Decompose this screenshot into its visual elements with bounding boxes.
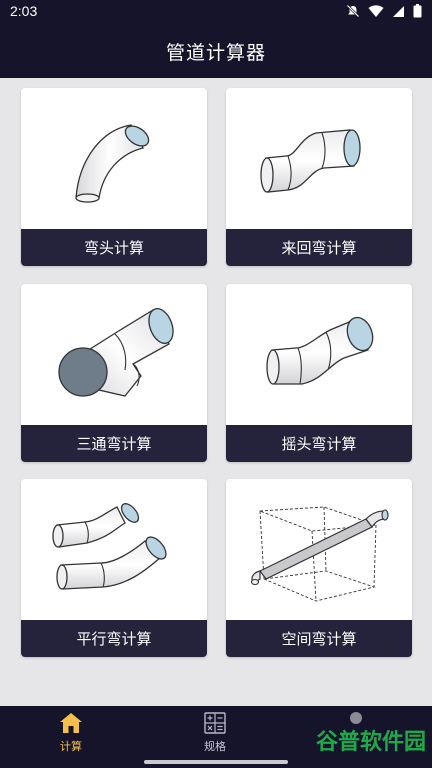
tee-calc-card[interactable]: 三通弯计算: [21, 284, 207, 462]
card-label: 三通弯计算: [21, 425, 207, 462]
nav-label-spec: 规格: [204, 740, 226, 753]
home-icon: [60, 713, 82, 733]
parallel-pipe-icon: [52, 503, 167, 590]
status-time: 2:03: [10, 3, 38, 19]
rolling-offset-pipe-icon: [266, 316, 374, 385]
card-label: 来回弯计算: [226, 229, 412, 266]
elbow-calc-card[interactable]: 弯头计算: [21, 88, 207, 266]
card-label: 空间弯计算: [226, 620, 412, 657]
spatial-calc-card[interactable]: 空间弯计算: [226, 479, 412, 657]
mute-icon: [346, 4, 360, 18]
nav-item-calculate[interactable]: 计算: [31, 712, 111, 754]
card-label: 平行弯计算: [21, 620, 207, 657]
spatial-pipe-icon: [250, 506, 389, 602]
watermark: 谷普软件园: [315, 729, 426, 754]
page-title: 管道计算器: [165, 41, 266, 64]
app-header: 管道计算器: [0, 24, 432, 78]
card-label: 摇头弯计算: [226, 425, 412, 462]
nav-label-calculate: 计算: [60, 740, 82, 753]
rolling-offset-calc-card[interactable]: 摇头弯计算: [226, 284, 412, 462]
offset-calc-card[interactable]: 来回弯计算: [226, 88, 412, 266]
card-label: 弯头计算: [21, 229, 207, 266]
nav-item-spec[interactable]: 规格: [175, 712, 255, 754]
parallel-calc-card[interactable]: 平行弯计算: [21, 479, 207, 657]
home-indicator: [144, 760, 288, 764]
wifi-icon: [368, 4, 384, 17]
tee-pipe-icon: [58, 308, 174, 397]
battery-icon: [413, 4, 422, 18]
status-icons: [346, 4, 422, 18]
signal-icon: [393, 5, 404, 17]
elbow-pipe-icon: [75, 124, 150, 203]
status-bar: 2:03: [0, 0, 432, 24]
offset-pipe-icon: [260, 129, 361, 193]
calculator-icon: [204, 712, 226, 734]
